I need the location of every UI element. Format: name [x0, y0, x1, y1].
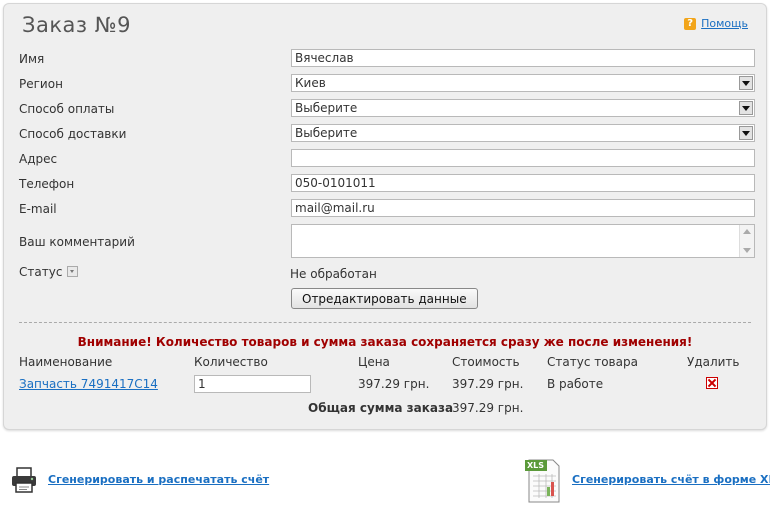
- name-label: Имя: [19, 52, 45, 66]
- scrollbar[interactable]: [739, 225, 754, 257]
- status-label: Статус: [19, 265, 63, 279]
- region-select[interactable]: Киев: [291, 74, 755, 92]
- delivery-select[interactable]: Выберите: [291, 124, 755, 142]
- total-label: Общая сумма заказа: [308, 401, 454, 415]
- printer-icon[interactable]: [10, 466, 38, 494]
- total-value: 397.29 грн.: [452, 401, 524, 415]
- status-value: Не обработан: [290, 267, 377, 281]
- payment-select[interactable]: Выберите: [291, 99, 755, 117]
- comment-label: Ваш комментарий: [19, 235, 135, 249]
- page-title: Заказ №9: [22, 13, 131, 37]
- phone-label: Телефон: [19, 177, 75, 191]
- delivery-label: Способ доставки: [19, 127, 127, 141]
- phone-field[interactable]: 050-0101011: [291, 174, 755, 192]
- table-row: Запчасть 7491417С14: [19, 377, 158, 391]
- delete-icon[interactable]: [706, 377, 718, 389]
- xls-file-icon[interactable]: XLS: [525, 458, 563, 504]
- help-icon: ?: [684, 17, 697, 30]
- column-header-status: Статус товара: [547, 355, 638, 369]
- print-invoice-link[interactable]: Сгенерировать и распечатать счёт: [48, 473, 269, 486]
- warning-message: Внимание! Количество товаров и сумма зак…: [77, 335, 693, 349]
- delivery-selected-value: Выберите: [295, 126, 358, 140]
- xls-badge: XLS: [527, 461, 545, 470]
- divider: [19, 322, 751, 323]
- chevron-down-icon[interactable]: [739, 126, 753, 140]
- email-field[interactable]: mail@mail.ru: [291, 199, 755, 217]
- status-label-group: Статус: [19, 265, 79, 279]
- comment-textarea[interactable]: [291, 224, 755, 258]
- product-link[interactable]: Запчасть 7491417С14: [19, 377, 158, 391]
- payment-label: Способ оплаты: [19, 102, 115, 116]
- price-value: 397.29 грн.: [358, 377, 430, 391]
- scroll-down-icon[interactable]: [743, 248, 751, 253]
- help-link[interactable]: Помощь: [701, 17, 748, 30]
- payment-selected-value: Выберите: [295, 101, 358, 115]
- column-header-name: Наименование: [19, 355, 113, 369]
- email-label: E-mail: [19, 202, 57, 216]
- scroll-up-icon[interactable]: [743, 229, 751, 234]
- xls-invoice-link[interactable]: Сгенерировать счёт в форме XLS: [572, 473, 770, 486]
- column-header-cost: Стоимость: [452, 355, 520, 369]
- name-field[interactable]: Вячеслав: [291, 49, 755, 67]
- chevron-down-icon[interactable]: [739, 101, 753, 115]
- address-field[interactable]: [291, 149, 755, 167]
- item-status-value: В работе: [547, 377, 604, 391]
- cost-value: 397.29 грн.: [452, 377, 524, 391]
- column-header-price: Цена: [358, 355, 390, 369]
- dropdown-toggle-icon[interactable]: [67, 266, 79, 277]
- region-selected-value: Киев: [295, 76, 326, 90]
- help-link-group[interactable]: ? Помощь: [684, 17, 748, 30]
- quantity-input[interactable]: 1: [194, 375, 311, 393]
- address-label: Адрес: [19, 152, 58, 166]
- edit-data-button[interactable]: Отредактировать данные: [291, 288, 478, 309]
- order-panel: Заказ №9 ? Помощь Имя Вячеслав Регион Ки…: [3, 3, 767, 430]
- region-label: Регион: [19, 77, 63, 91]
- chevron-down-icon[interactable]: [739, 76, 753, 90]
- column-header-quantity: Количество: [194, 355, 268, 369]
- column-header-delete: Удалить: [687, 355, 740, 369]
